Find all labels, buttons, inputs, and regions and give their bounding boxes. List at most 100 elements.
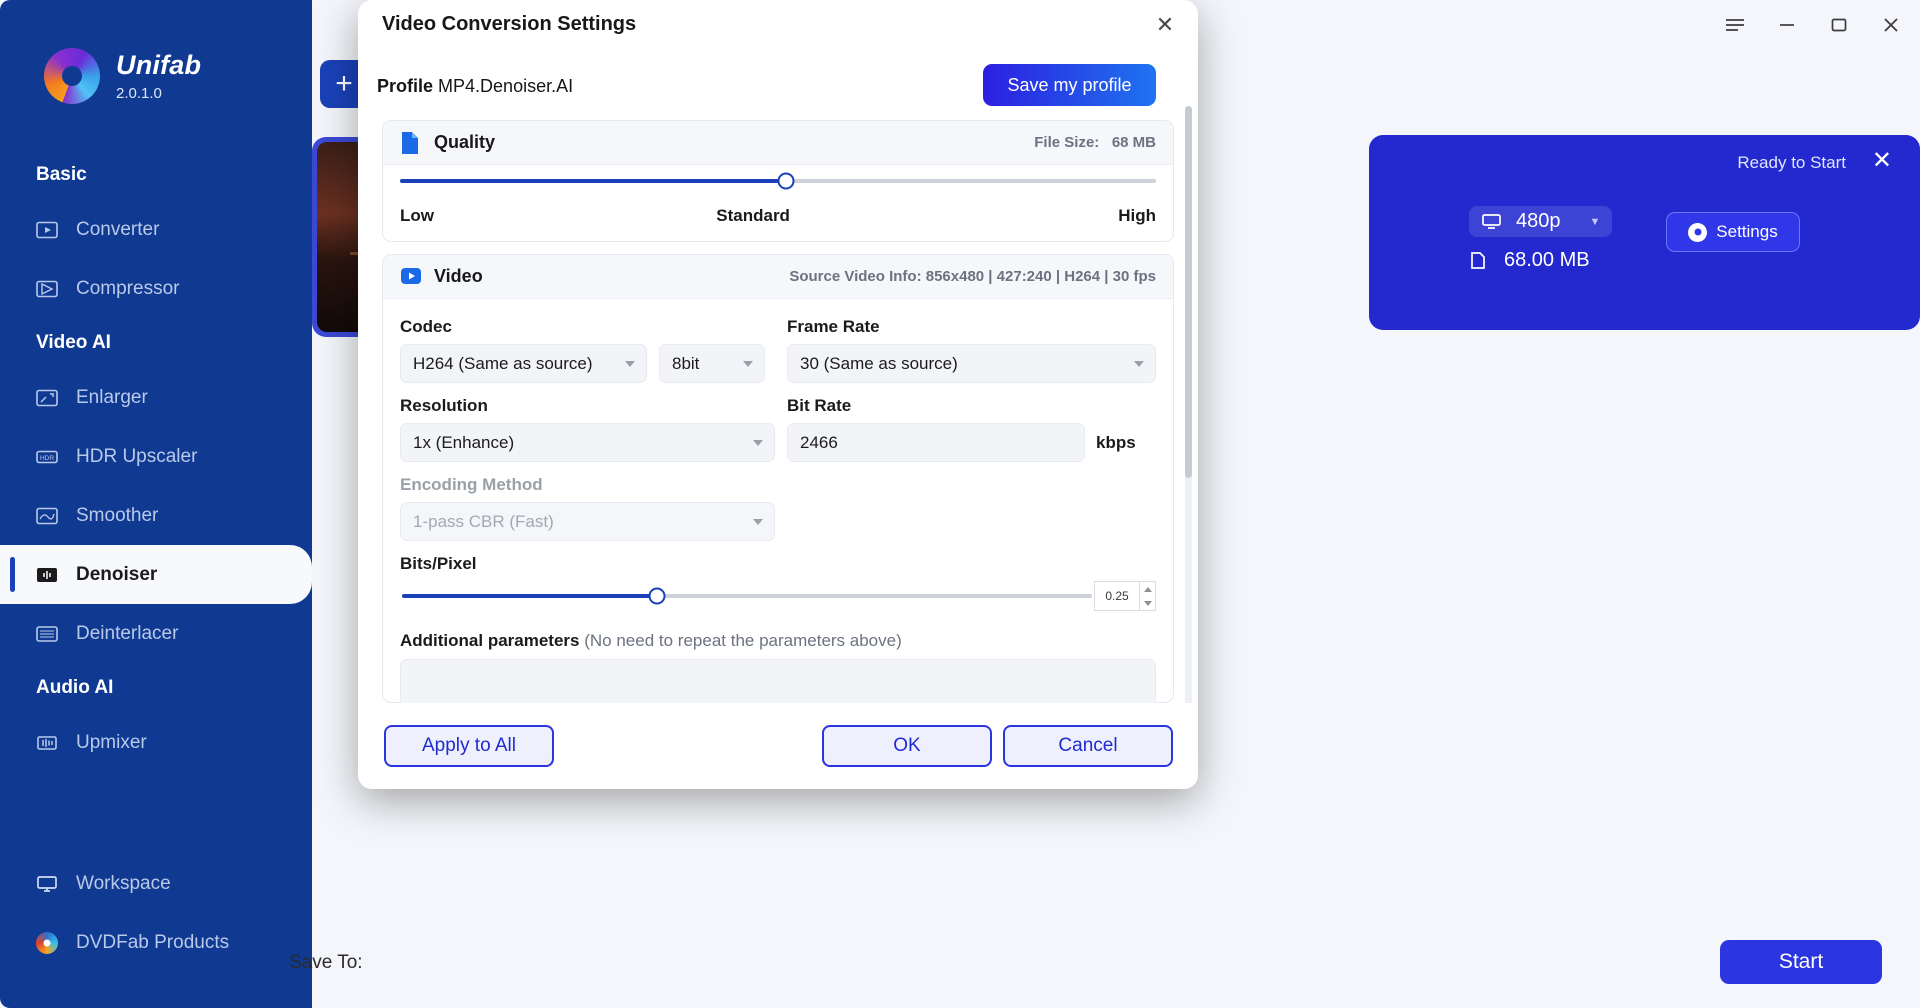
video-form: Codec H264 (Same as source) 8bit	[400, 317, 1156, 703]
enlarger-icon	[36, 387, 58, 409]
bit-rate-value: 2466	[800, 433, 838, 453]
frame-rate-select[interactable]: 30 (Same as source)	[787, 344, 1156, 383]
bit-rate-unit: kbps	[1096, 423, 1136, 462]
menu-icon[interactable]	[1722, 12, 1748, 38]
quality-slider-track[interactable]	[400, 179, 1156, 183]
sidebar-item-hdr-upscaler[interactable]: HDR HDR Upscaler	[0, 427, 312, 486]
encoding-method-label: Encoding Method	[400, 475, 775, 495]
sidebar-item-label: Deinterlacer	[76, 623, 178, 645]
quality-slider[interactable]	[400, 179, 1156, 183]
bit-rate-label: Bit Rate	[787, 396, 1156, 416]
settings-button[interactable]: Settings	[1666, 212, 1800, 252]
sidebar-item-dvdfab-products[interactable]: DVDFab Products	[0, 913, 312, 972]
file-icon	[1469, 251, 1491, 270]
resolution-value: 1x (Enhance)	[413, 433, 514, 453]
bits-pixel-slider-knob[interactable]	[649, 588, 666, 605]
minimize-icon[interactable]	[1774, 12, 1800, 38]
dvdfab-icon	[36, 932, 58, 954]
bits-pixel-slider[interactable]	[400, 594, 1094, 598]
stepper-up-icon[interactable]	[1144, 587, 1152, 592]
cancel-button[interactable]: Cancel	[1003, 725, 1173, 767]
job-close-icon[interactable]: ✕	[1872, 149, 1892, 173]
apply-to-all-button[interactable]: Apply to All	[384, 725, 554, 767]
settings-label: Settings	[1716, 222, 1777, 242]
brand-name: Unifab	[116, 52, 201, 79]
nav-group-audio-ai-title: Audio AI	[0, 663, 312, 713]
sidebar-item-compressor[interactable]: Compressor	[0, 259, 312, 318]
quality-slider-fill	[400, 179, 786, 183]
maximize-icon[interactable]	[1826, 12, 1852, 38]
nav-group-basic-title: Basic	[0, 150, 312, 200]
video-panel: Video Source Video Info: 856x480 | 427:2…	[382, 254, 1174, 703]
dialog-close-icon[interactable]: ✕	[1152, 12, 1178, 38]
save-to-label: Save To:	[289, 952, 363, 974]
additional-parameters-hint: (No need to repeat the parameters above)	[584, 631, 902, 650]
file-size-label: File Size:	[1034, 134, 1099, 151]
upmixer-icon	[36, 732, 58, 754]
quality-tick-low: Low	[400, 206, 434, 226]
additional-parameters-input[interactable]	[400, 659, 1156, 703]
codec-select[interactable]: H264 (Same as source)	[400, 344, 647, 383]
resolution-select[interactable]: 1x (Enhance)	[400, 423, 775, 462]
bits-pixel-stepper[interactable]	[1140, 581, 1156, 611]
bits-pixel-slider-track[interactable]	[402, 594, 1092, 598]
source-video-info: Source Video Info: 856x480 | 427:240 | H…	[789, 268, 1156, 285]
sidebar-item-enlarger[interactable]: Enlarger	[0, 368, 312, 427]
sidebar-item-upmixer[interactable]: Upmixer	[0, 713, 312, 772]
codec-label: Codec	[400, 317, 775, 337]
chevron-down-icon	[753, 440, 763, 446]
bits-pixel-value[interactable]: 0.25	[1094, 581, 1140, 611]
sidebar-item-label: Upmixer	[76, 732, 147, 754]
video-conversion-settings-dialog: Video Conversion Settings ✕ Profile MP4.…	[358, 0, 1198, 789]
sidebar-item-converter[interactable]: Converter	[0, 200, 312, 259]
chevron-down-icon	[753, 519, 763, 525]
stepper-down-icon[interactable]	[1144, 601, 1152, 606]
bits-per-pixel-row: Bits/Pixel 0.25	[400, 554, 1156, 611]
monitor-icon	[1481, 213, 1503, 230]
sidebar-item-deinterlacer[interactable]: Deinterlacer	[0, 604, 312, 663]
bit-depth-value: 8bit	[672, 354, 699, 374]
sidebar-item-workspace[interactable]: Workspace	[0, 854, 312, 913]
video-panel-header: Video Source Video Info: 856x480 | 427:2…	[383, 255, 1173, 299]
sidebar: Unifab 2.0.1.0 Basic Converter Compres	[0, 0, 312, 1008]
hdr-upscaler-icon: HDR	[36, 446, 58, 468]
dialog-scrollbar-thumb[interactable]	[1185, 106, 1192, 478]
bit-depth-select[interactable]: 8bit	[659, 344, 765, 383]
file-size-row: 68.00 MB	[1469, 249, 1612, 272]
sidebar-item-label: HDR Upscaler	[76, 446, 197, 468]
bit-rate-input[interactable]: 2466	[787, 423, 1085, 462]
dialog-title: Video Conversion Settings	[382, 13, 636, 36]
smoother-icon	[36, 505, 58, 527]
chevron-down-icon	[625, 361, 635, 367]
play-icon	[400, 265, 422, 289]
close-icon[interactable]	[1878, 12, 1904, 38]
start-button[interactable]: Start	[1720, 940, 1882, 984]
dialog-scrollbar[interactable]	[1185, 106, 1192, 703]
sidebar-item-label: Converter	[76, 219, 159, 241]
dialog-footer: Apply to All OK Cancel	[358, 703, 1198, 789]
gear-icon	[1688, 223, 1707, 242]
monitor-icon	[36, 873, 58, 895]
sidebar-item-denoiser[interactable]: Denoiser	[0, 545, 312, 604]
resolution-selector[interactable]: 480p ▼	[1469, 206, 1612, 237]
sidebar-item-smoother[interactable]: Smoother	[0, 486, 312, 545]
chevron-down-icon	[1134, 361, 1144, 367]
screen: Unifab 2.0.1.0 Basic Converter Compres	[0, 0, 1920, 1008]
sidebar-item-label: Compressor	[76, 278, 179, 300]
compressor-icon	[36, 278, 58, 300]
additional-parameters-label: Additional parameters	[400, 631, 580, 650]
file-size-value: 68 MB	[1112, 134, 1156, 151]
resolution-bitrate-row: Resolution 1x (Enhance) Bit Rate	[400, 396, 1156, 462]
chevron-down-icon: ▼	[1590, 216, 1601, 228]
app-window: Unifab 2.0.1.0 Basic Converter Compres	[0, 0, 1920, 1008]
resolution-value: 480p	[1516, 210, 1561, 233]
ok-button[interactable]: OK	[822, 725, 992, 767]
quality-slider-knob[interactable]	[777, 173, 794, 190]
file-size-value: 68.00 MB	[1504, 249, 1590, 272]
resolution-label: Resolution	[400, 396, 775, 416]
encoding-method-value: 1-pass CBR (Fast)	[413, 512, 554, 532]
profile-row: Profile MP4.Denoiser.AI Save my profile	[377, 64, 1174, 108]
quality-title: Quality	[434, 132, 495, 153]
additional-parameters-label-row: Additional parameters (No need to repeat…	[400, 631, 1156, 651]
save-my-profile-button[interactable]: Save my profile	[983, 64, 1156, 106]
